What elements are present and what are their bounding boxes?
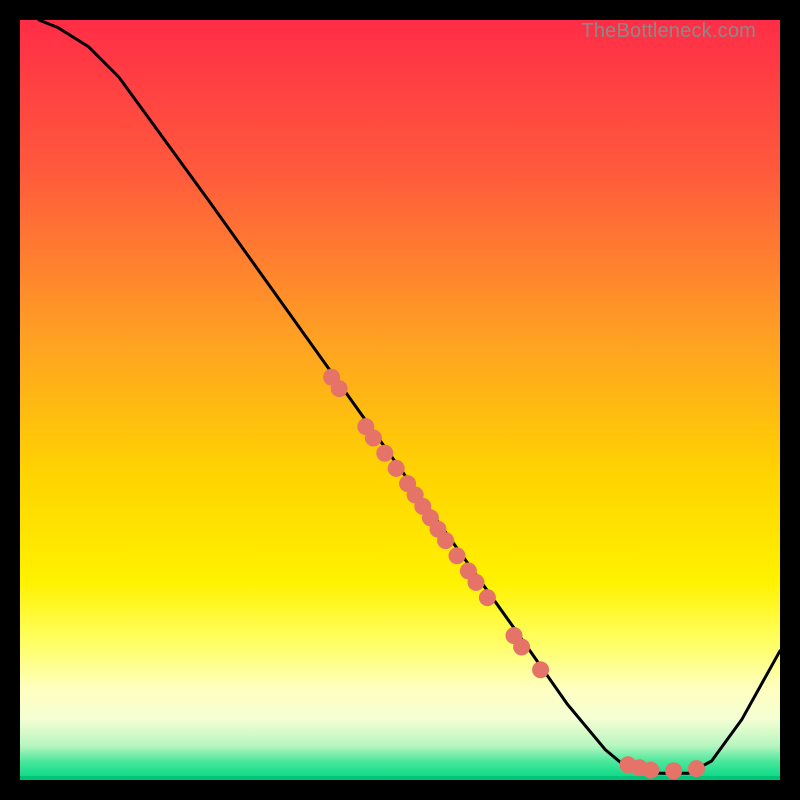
- chart-canvas: [20, 20, 780, 780]
- watermark-text: TheBottleneck.com: [581, 20, 756, 43]
- chart-frame: TheBottleneck.com: [20, 20, 780, 780]
